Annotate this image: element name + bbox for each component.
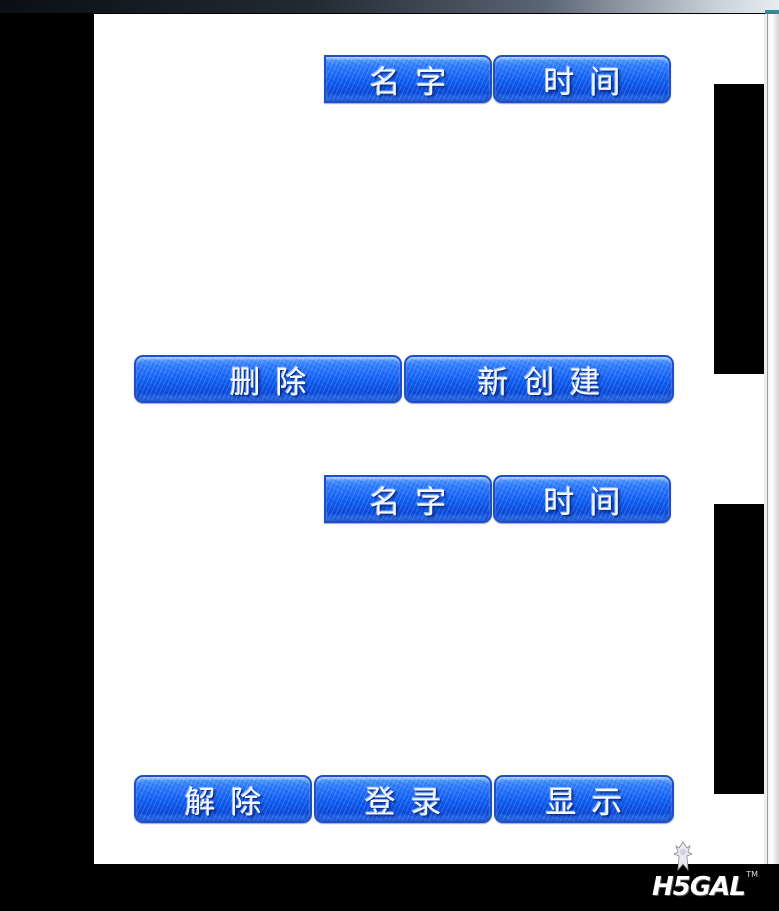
create-new-button[interactable]: 新创建 xyxy=(404,355,674,403)
content-panel xyxy=(94,14,764,864)
sort-by-time-button-2[interactable]: 时间 xyxy=(493,475,671,523)
window-right-frame xyxy=(764,14,779,864)
mascot-icon xyxy=(673,841,693,872)
list-scrollbar-2[interactable] xyxy=(714,504,764,794)
window-title-strip xyxy=(0,0,779,46)
sort-by-name-button-1[interactable]: 名字 xyxy=(324,55,492,103)
frame-edge-line xyxy=(767,14,768,864)
login-button[interactable]: 登录 xyxy=(314,775,492,823)
h5gal-watermark-logo: H5GAL TM xyxy=(648,840,758,908)
sort-by-name-button-2[interactable]: 名字 xyxy=(324,475,492,523)
delete-button[interactable]: 删除 xyxy=(134,355,402,403)
watermark-tm: TM xyxy=(746,870,758,879)
sort-by-time-button-1[interactable]: 时间 xyxy=(493,55,671,103)
list-scrollbar-1[interactable] xyxy=(714,84,764,374)
display-button[interactable]: 显示 xyxy=(494,775,674,823)
watermark-text: H5GAL xyxy=(652,872,746,902)
unlock-button[interactable]: 解除 xyxy=(134,775,312,823)
